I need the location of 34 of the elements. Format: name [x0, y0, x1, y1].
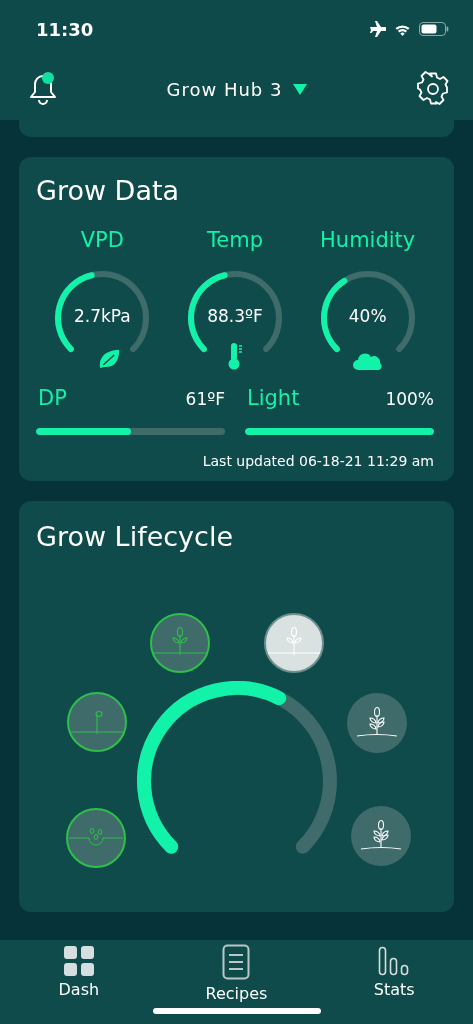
last-updated: Last updated 06-18-21 11:29 am	[202, 453, 434, 469]
tab-button[interactable]: Dash	[0, 940, 158, 1024]
stage-button[interactable]	[264, 613, 324, 673]
tab-button[interactable]: Recipes	[157, 940, 316, 1024]
stage-button[interactable]	[150, 613, 210, 673]
leaf-icon	[97, 348, 122, 370]
gauge-label: Temp	[207, 228, 263, 252]
bar-value: 100%	[385, 389, 434, 409]
card-title: Grow Data	[36, 175, 181, 206]
battery-icon	[419, 22, 449, 36]
stats-icon	[378, 946, 411, 976]
gauge-value: 2.7kPa	[72, 306, 132, 326]
document-icon	[222, 944, 251, 980]
wifi-icon	[394, 22, 411, 36]
stage-button[interactable]	[66, 808, 126, 868]
stage-button[interactable]	[351, 806, 411, 866]
airplane-icon	[368, 21, 386, 37]
settings-icon[interactable]	[415, 71, 451, 107]
caret-icon	[292, 83, 309, 95]
stage-button[interactable]	[347, 693, 407, 753]
bar-value: 61ºF	[185, 389, 225, 409]
bar-label: Light	[246, 386, 300, 410]
gauge-label: VPD	[80, 228, 124, 252]
cloud-icon	[352, 352, 383, 370]
gauge-label: Humidity	[320, 228, 416, 252]
bar-label: DP	[37, 386, 67, 410]
card-title: Grow Lifecycle	[36, 521, 235, 552]
gauge-value: 40%	[347, 306, 388, 326]
grid-icon	[63, 946, 94, 976]
gauge-value: 88.3ºF	[206, 306, 264, 326]
tab-button[interactable]: Stats	[315, 940, 473, 1024]
status-time: 11:30	[36, 18, 94, 40]
hub-selector[interactable]: Grow Hub 3	[166, 78, 309, 100]
stage-button[interactable]	[67, 692, 127, 752]
